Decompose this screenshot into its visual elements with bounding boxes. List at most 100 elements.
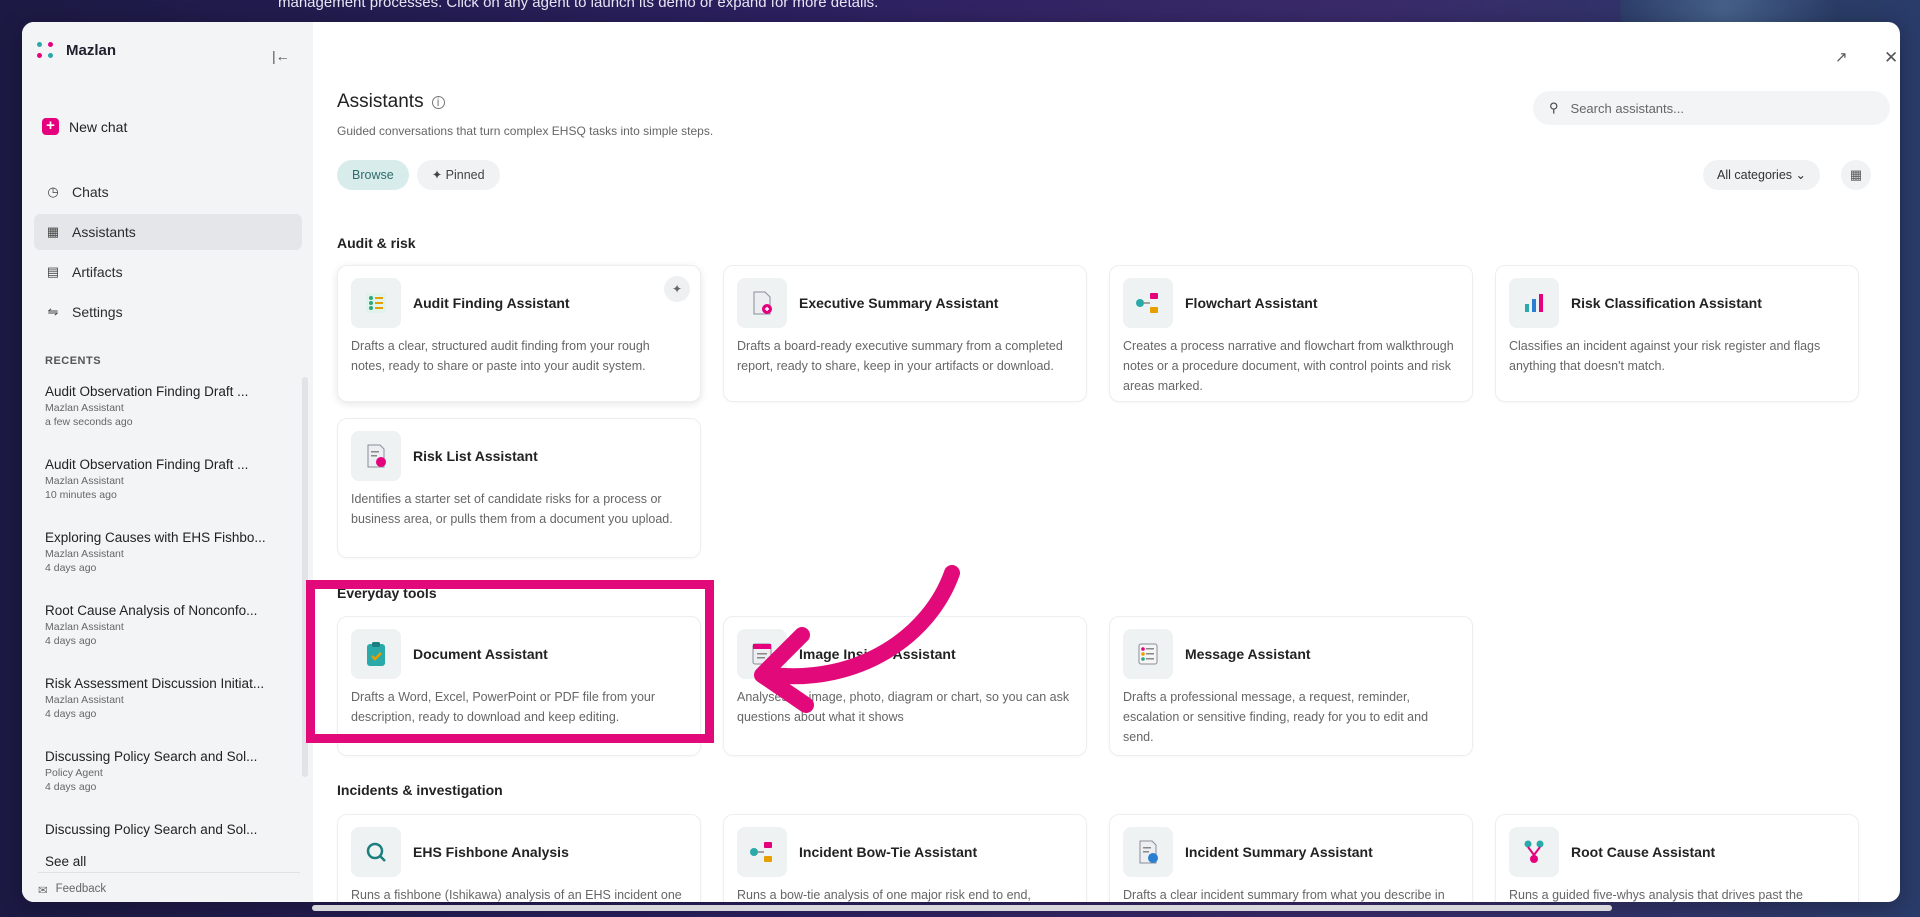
assistant-card[interactable]: EHS Fishbone Analysis Runs a fishbone (I… xyxy=(337,814,701,902)
feedback-label: Feedback xyxy=(55,883,107,895)
card-title: Image Insight Assistant xyxy=(799,646,956,662)
sliders-icon: ⇋ xyxy=(47,304,59,319)
chat-icon: ◷ xyxy=(47,184,59,199)
assistants-window: Mazlan |← + New chat ◷ Chats ▦ Assistant… xyxy=(22,22,1900,902)
sidebar-item-chats[interactable]: ◷ Chats xyxy=(34,174,302,210)
expand-icon[interactable]: ↗ xyxy=(1835,48,1848,66)
recent-chat-item[interactable]: Risk Assessment Discussion Initiat... Ma… xyxy=(45,676,300,749)
recent-chat-item[interactable]: Discussing Policy Search and Sol... xyxy=(45,822,300,846)
recent-chat-item[interactable]: Audit Observation Finding Draft ... Mazl… xyxy=(45,384,300,457)
feedback-button[interactable]: ✉ Feedback xyxy=(38,872,300,897)
logo-dots-icon xyxy=(36,40,56,60)
chevron-down-icon: ⌄ xyxy=(1795,168,1807,182)
bowtie-icon xyxy=(737,827,787,877)
new-chat-button[interactable]: + New chat xyxy=(42,118,127,135)
recent-chat-item[interactable]: Audit Observation Finding Draft ... Mazl… xyxy=(45,457,300,530)
recent-title: Audit Observation Finding Draft ... xyxy=(45,384,249,399)
recents-list: Audit Observation Finding Draft ... Mazl… xyxy=(45,384,300,846)
sidebar-item-artifacts[interactable]: ▤ Artifacts xyxy=(34,254,302,290)
search-icon: ⚲ xyxy=(1549,100,1559,115)
sidebar-item-label: Artifacts xyxy=(72,264,123,280)
card-description: Runs a bow-tie analysis of one major ris… xyxy=(737,888,1031,902)
section-heading: Everyday tools xyxy=(337,585,437,601)
report-icon xyxy=(737,278,787,328)
assistant-card[interactable]: Image Insight Assistant Analyses an imag… xyxy=(723,616,1087,756)
tab-browse[interactable]: Browse xyxy=(337,160,409,190)
assistant-card[interactable]: Executive Summary Assistant Drafts a boa… xyxy=(723,265,1087,402)
card-title: Audit Finding Assistant xyxy=(413,295,570,311)
recent-chat-item[interactable]: Discussing Policy Search and Sol... Poli… xyxy=(45,749,300,822)
assistant-card[interactable]: Root Cause Assistant Runs a guided five-… xyxy=(1495,814,1859,902)
recent-chat-item[interactable]: Exploring Causes with EHS Fishbo... Mazl… xyxy=(45,530,300,603)
assistant-card[interactable]: Incident Bow-Tie Assistant Runs a bow-ti… xyxy=(723,814,1087,902)
root-cause-icon xyxy=(1509,827,1559,877)
recent-source: Mazlan Assistant xyxy=(45,621,124,633)
horizontal-scrollbar[interactable] xyxy=(312,905,1612,911)
category-select-value: All categories xyxy=(1717,168,1793,182)
card-description: Drafts a clear incident summary from wha… xyxy=(1123,888,1445,902)
card-title: Incident Summary Assistant xyxy=(1185,844,1373,860)
main-panel: ↗ ✕ Assistants i Guided conversations th… xyxy=(313,22,1900,902)
card-description: Drafts a clear, structured audit finding… xyxy=(351,339,650,373)
recent-title: Audit Observation Finding Draft ... xyxy=(45,457,249,472)
close-icon[interactable]: ✕ xyxy=(1884,48,1898,68)
card-description: Classifies an incident against your risk… xyxy=(1509,339,1821,373)
recent-source: Mazlan Assistant xyxy=(45,548,124,560)
grid-icon: ▦ xyxy=(46,224,60,239)
card-description: Analyses an image, photo, diagram or cha… xyxy=(737,690,1070,724)
recent-source: Mazlan Assistant xyxy=(45,694,124,706)
recent-time: 4 days ago xyxy=(45,562,97,574)
recent-title: Exploring Causes with EHS Fishbo... xyxy=(45,530,266,545)
feedback-icon: ✉ xyxy=(38,885,48,897)
see-all-link[interactable]: See all xyxy=(45,854,86,869)
info-icon[interactable]: i xyxy=(431,95,445,109)
new-chat-label: New chat xyxy=(69,118,128,135)
recent-chat-item[interactable]: Root Cause Analysis of Nonconfo... Mazla… xyxy=(45,603,300,676)
card-title: EHS Fishbone Analysis xyxy=(413,844,569,860)
assistant-card[interactable]: Risk List Assistant Identifies a starter… xyxy=(337,418,701,558)
pin-icon[interactable]: ✦ xyxy=(664,276,690,302)
clipboard-icon xyxy=(351,629,401,679)
assistant-card[interactable]: Audit Finding Assistant Drafts a clear, … xyxy=(337,265,701,402)
message-icon xyxy=(1123,629,1173,679)
search-box[interactable]: ⚲ xyxy=(1533,91,1890,125)
sidebar-item-label: Assistants xyxy=(72,224,136,240)
recent-source: Mazlan Assistant xyxy=(45,475,124,487)
recent-title: Risk Assessment Discussion Initiat... xyxy=(45,676,265,691)
sidebar-item-label: Chats xyxy=(72,184,109,200)
bar-chart-icon xyxy=(1509,278,1559,328)
card-title: Root Cause Assistant xyxy=(1571,844,1716,860)
sidebar-item-assistants[interactable]: ▦ Assistants xyxy=(34,214,302,250)
tab-label: Pinned xyxy=(445,168,485,182)
assistant-card[interactable]: Message Assistant Drafts a professional … xyxy=(1109,616,1473,756)
category-select[interactable]: All categories ⌄ xyxy=(1703,160,1821,190)
pin-icon: ✦ xyxy=(431,168,446,182)
recent-source: Policy Agent xyxy=(45,767,103,779)
section-heading: Incidents & investigation xyxy=(337,782,503,798)
collapse-sidebar-icon[interactable]: |← xyxy=(272,48,290,64)
view-tabs: Browse ✦ Pinned xyxy=(337,160,500,190)
assistant-card[interactable]: Risk Classification Assistant Classifies… xyxy=(1495,265,1859,402)
app-logo[interactable]: Mazlan xyxy=(36,40,116,60)
card-title: Flowchart Assistant xyxy=(1185,295,1318,311)
recent-time: a few seconds ago xyxy=(45,416,133,428)
card-title: Document Assistant xyxy=(413,646,548,662)
card-title: Incident Bow-Tie Assistant xyxy=(799,844,978,860)
grid-view-icon[interactable]: ▦ xyxy=(1841,160,1871,190)
search-input[interactable] xyxy=(1568,99,1873,117)
assistant-card[interactable]: Document Assistant Drafts a Word, Excel,… xyxy=(337,616,701,756)
sidebar-item-settings[interactable]: ⇋ Settings xyxy=(34,294,302,330)
tab-pinned[interactable]: ✦ Pinned xyxy=(416,160,500,190)
recents-scrollbar[interactable] xyxy=(302,377,308,777)
recent-time: 4 days ago xyxy=(45,635,97,647)
sidebar-nav: ◷ Chats ▦ Assistants ▤ Artifacts ⇋ Setti… xyxy=(34,174,302,334)
card-description: Drafts a professional message, a request… xyxy=(1123,690,1429,744)
page-subtitle: Guided conversations that turn complex E… xyxy=(337,124,714,138)
card-description: Drafts a board-ready executive summary f… xyxy=(737,339,1063,373)
card-description: Identifies a starter set of candidate ri… xyxy=(351,492,673,526)
image-icon xyxy=(737,629,787,679)
app-name: Mazlan xyxy=(66,41,117,59)
assistant-card[interactable]: Incident Summary Assistant Drafts a clea… xyxy=(1109,814,1473,902)
assistant-card[interactable]: Flowchart Assistant Creates a process na… xyxy=(1109,265,1473,402)
card-description: Runs a guided five-whys analysis that dr… xyxy=(1509,888,1803,902)
